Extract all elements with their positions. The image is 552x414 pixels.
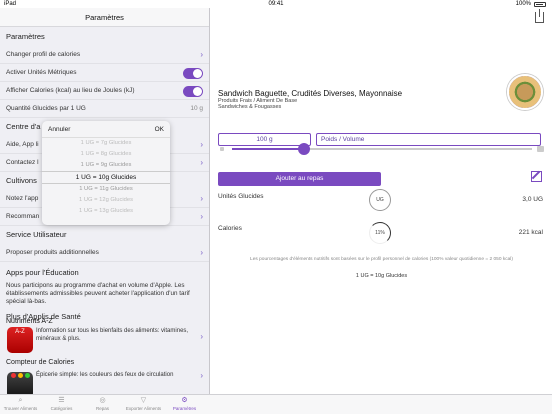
carb-unit-conversion: 1 UG = 10g Glucides bbox=[355, 273, 408, 279]
food-detail-pane: Sandwich Baguette, Crudités Diverses, Ma… bbox=[211, 8, 552, 394]
app-calorie-counter-desc: Épicerie simple: les couleurs des feux d… bbox=[36, 372, 174, 378]
daily-value-note: Les pourcentages d'éléments nutritifs so… bbox=[250, 257, 513, 262]
recommend-label: Recomman bbox=[6, 213, 40, 220]
amount-input[interactable]: 100 g bbox=[218, 133, 311, 146]
tab-label: Paramètres bbox=[172, 406, 197, 411]
change-profile-label: Changer profil de calories bbox=[6, 51, 81, 58]
app-calorie-counter-row[interactable]: Épicerie simple: les couleurs des feux d… bbox=[0, 370, 209, 394]
chevron-right-icon: › bbox=[200, 371, 203, 380]
app-calorie-counter-title: Compteur de Calories bbox=[6, 359, 75, 366]
slider-max-icon bbox=[537, 146, 544, 152]
list-icon: ☰ bbox=[58, 397, 65, 404]
red-light-icon bbox=[10, 373, 16, 378]
screen: iPad 09:41 100% Paramètres Paramètres Ch… bbox=[0, 0, 552, 414]
carb-quantity-row[interactable]: Quantité Glucides par 1 UG 10 g bbox=[0, 100, 209, 118]
picker-header: Annuler OK bbox=[42, 121, 170, 138]
picker-wheel[interactable]: 1 UG = 7g Glucides 1 UG = 8g Glucides 1 UG… bbox=[42, 138, 170, 217]
food-photo bbox=[507, 74, 543, 110]
calories-value: 221 kcal bbox=[518, 229, 543, 236]
picker-item[interactable]: 1 UG = 13g Glucides bbox=[42, 206, 170, 217]
metric-units-toggle[interactable] bbox=[183, 68, 203, 79]
section-education: Apps pour l'Éducation bbox=[6, 268, 79, 277]
tab-list[interactable]: ☰ Catégories bbox=[41, 395, 82, 414]
picker-item[interactable]: 1 UG = 7g Glucides bbox=[42, 138, 170, 149]
picker-item[interactable]: 1 UG = 8g Glucides bbox=[42, 149, 170, 160]
settings-icon: ⚙ bbox=[181, 397, 188, 404]
propose-label: Proposer produits additionnelles bbox=[6, 249, 99, 256]
amount-slider[interactable] bbox=[232, 143, 532, 155]
food-name: Sandwich Baguette, Crudités Diverses, Ma… bbox=[218, 89, 403, 98]
edit-icon[interactable] bbox=[531, 171, 542, 182]
settings-nav-title: Paramètres bbox=[0, 8, 209, 27]
app-nutriments-title: Nutriments A-Z bbox=[6, 318, 53, 325]
nutriments-app-icon: A-Z bbox=[7, 327, 33, 353]
picker-item[interactable]: 1 UG = 9g Glucides bbox=[42, 160, 170, 171]
app-nutriments-desc: Information sur tous les bienfaits des a… bbox=[36, 328, 189, 342]
clock: 09:41 bbox=[268, 1, 284, 7]
slider-fill bbox=[232, 148, 304, 150]
metric-units-row: Activer Unités Métriques bbox=[0, 64, 209, 82]
carb-units-value: 3,0 UG bbox=[522, 196, 543, 203]
unit-selector[interactable]: Poids / Volume bbox=[316, 133, 541, 146]
picker-ok-button[interactable]: OK bbox=[155, 121, 164, 138]
kcal-row: Afficher Calories (kcal) au lieu de Joul… bbox=[0, 82, 209, 100]
kcal-label: Afficher Calories (kcal) au lieu de Joul… bbox=[6, 87, 135, 94]
rate-label: Notez l'app bbox=[6, 195, 39, 202]
tab-settings[interactable]: ⚙ Paramètres bbox=[164, 395, 205, 414]
food-category: Produits Frais / Aliment De Base Sandwic… bbox=[218, 98, 297, 110]
carb-units-label: Unités Glucides bbox=[218, 193, 264, 200]
metric-units-label: Activer Unités Métriques bbox=[6, 69, 77, 76]
tab-filter[interactable]: ▽ Exporter Aliments bbox=[123, 395, 164, 414]
food-subcategory: Sandwiches & Fougasses bbox=[218, 104, 282, 110]
slider-min-icon bbox=[220, 147, 224, 151]
propose-row[interactable]: Proposer produits additionnelles › bbox=[0, 244, 209, 262]
tab-label: Repas bbox=[95, 406, 109, 411]
battery-status: 100% bbox=[516, 1, 546, 7]
traffic-light-app-icon bbox=[7, 372, 33, 394]
picker-cancel-button[interactable]: Annuler bbox=[48, 126, 70, 133]
carb-quantity-label: Quantité Glucides par 1 UG bbox=[6, 105, 86, 112]
chevron-right-icon: › bbox=[200, 140, 203, 149]
tab-label: Catégories bbox=[50, 406, 73, 411]
chevron-right-icon: › bbox=[200, 332, 203, 341]
picker-item[interactable]: 1 UG = 11g Glucides bbox=[42, 184, 170, 195]
filter-icon: ▽ bbox=[140, 397, 147, 404]
amber-light-icon bbox=[17, 373, 23, 378]
chevron-right-icon: › bbox=[200, 212, 203, 221]
meal-icon: ◎ bbox=[99, 397, 106, 404]
change-profile-row[interactable]: Changer profil de calories › bbox=[0, 46, 209, 64]
slider-knob[interactable] bbox=[298, 143, 310, 155]
status-bar: iPad 09:41 100% bbox=[0, 0, 552, 8]
kcal-toggle[interactable] bbox=[183, 86, 203, 97]
picker-item-selected[interactable]: 1 UG = 10g Glucides bbox=[42, 171, 170, 184]
add-to-meal-button[interactable]: Ajouter au repas bbox=[218, 172, 381, 186]
tab-bar: ⌕ Trouver Aliments ☰ Catégories ◎ Repas ▽ Expor… bbox=[0, 394, 552, 414]
section-parametres: Paramètres bbox=[6, 32, 45, 41]
calories-label: Calories bbox=[218, 225, 242, 232]
battery-percent: 100% bbox=[515, 1, 531, 7]
chevron-right-icon: › bbox=[200, 194, 203, 203]
section-service: Service Utilisateur bbox=[6, 230, 67, 239]
tab-search[interactable]: ⌕ Trouver Aliments bbox=[0, 395, 41, 414]
app-nutriments-row[interactable]: A-Z Nutriments A-Z Information sur tous … bbox=[0, 318, 209, 359]
calories-ring: 11% bbox=[369, 222, 391, 244]
education-text: Nous participons au programme d'achat en… bbox=[6, 282, 190, 305]
green-light-icon bbox=[24, 373, 30, 378]
tab-label: Exporter Aliments bbox=[125, 406, 162, 411]
search-icon: ⌕ bbox=[18, 397, 23, 404]
tab-meal[interactable]: ◎ Repas bbox=[82, 395, 123, 414]
battery-icon bbox=[534, 1, 546, 7]
share-icon[interactable] bbox=[535, 9, 544, 23]
picker-item[interactable]: 1 UG = 12g Glucides bbox=[42, 195, 170, 206]
help-label: Aide, App li bbox=[6, 141, 39, 148]
contact-label: Contactez l bbox=[6, 159, 39, 166]
tab-label: Trouver Aliments bbox=[3, 406, 38, 411]
chevron-right-icon: › bbox=[200, 158, 203, 167]
chevron-right-icon: › bbox=[200, 50, 203, 59]
chevron-right-icon: › bbox=[200, 248, 203, 257]
carb-quantity-picker: Annuler OK 1 UG = 7g Glucides 1 UG = 8g G… bbox=[42, 121, 170, 225]
carb-quantity-value: 10 g bbox=[190, 105, 203, 112]
carb-units-ring: UG bbox=[369, 189, 391, 211]
